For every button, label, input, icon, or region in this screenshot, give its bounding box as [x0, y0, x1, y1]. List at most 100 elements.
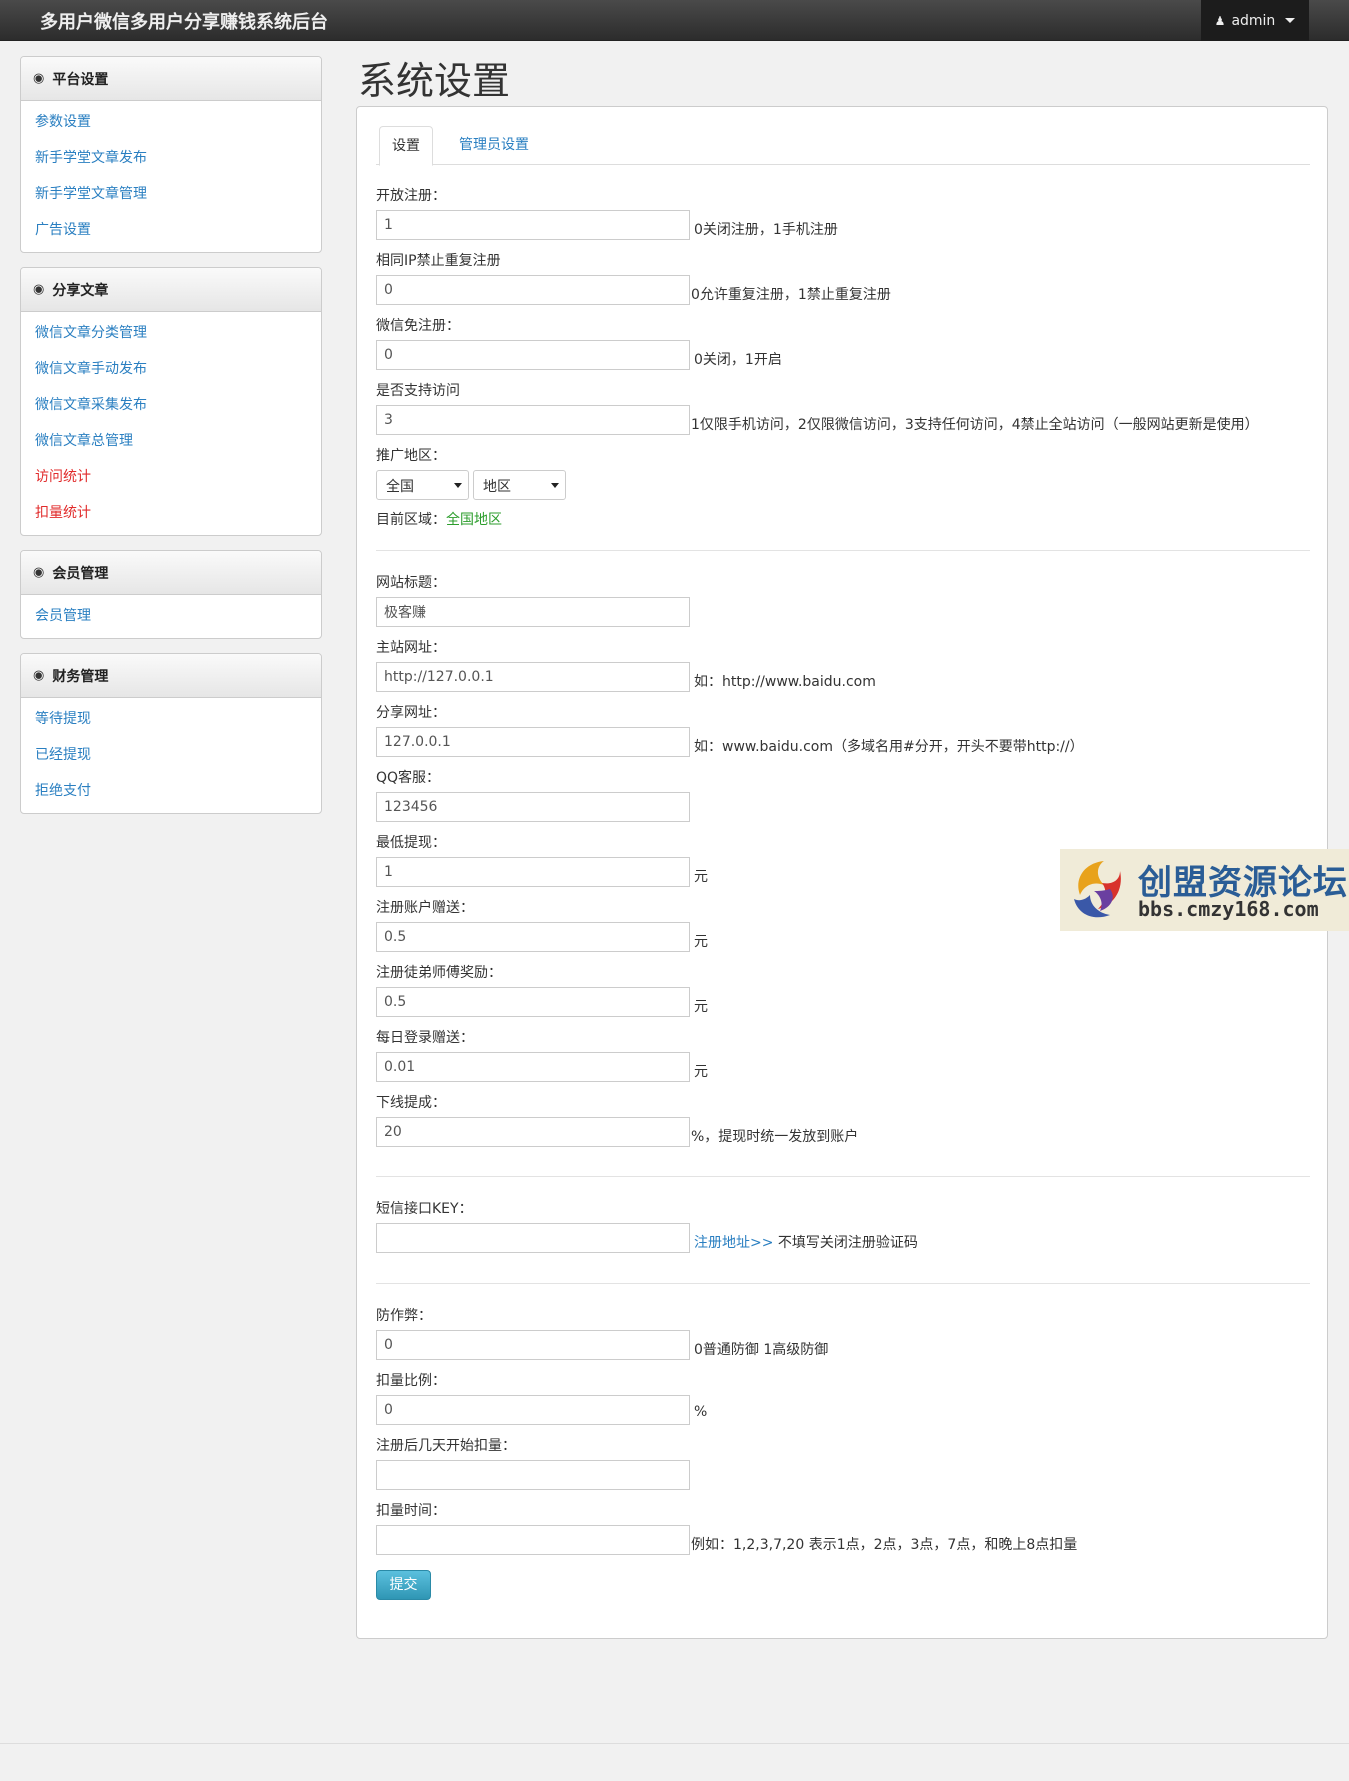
deduct-time-hint: 例如：1,2,3,7,20 表示1点，2点，3点，7点，和晚上8点扣量 — [691, 1537, 1078, 1553]
deduct-time-label: 扣量时间： — [376, 1503, 446, 1519]
sidebar-item-ads[interactable]: 广告设置 — [21, 212, 321, 248]
register-address-link[interactable]: 注册地址>> — [694, 1235, 773, 1251]
sidebar-item-done-withdraw[interactable]: 已经提现 — [21, 737, 321, 773]
reg-gift-unit: 元 — [694, 934, 708, 950]
sidebar-item-school-manage[interactable]: 新手学堂文章管理 — [21, 176, 321, 212]
sidebar-group-header: ◉ 财务管理 — [21, 654, 321, 698]
sidebar-item-deduct-stats[interactable]: 扣量统计 — [21, 495, 321, 531]
divider — [376, 550, 1310, 551]
tab-settings[interactable]: 设置 — [379, 126, 433, 166]
caret-down-icon — [1285, 18, 1296, 23]
user-name: admin — [1231, 12, 1276, 29]
watermark-url: bbs.cmzy168.com — [1138, 897, 1319, 921]
sidebar-item-school-publish[interactable]: 新手学堂文章发布 — [21, 140, 321, 176]
qq-input[interactable] — [376, 792, 690, 822]
daily-login-input[interactable] — [376, 1052, 690, 1082]
sms-key-input[interactable] — [376, 1223, 690, 1253]
deduct-ratio-input[interactable] — [376, 1395, 690, 1425]
reg-gift-input[interactable] — [376, 922, 690, 952]
downline-label: 下线提成： — [376, 1095, 446, 1111]
sidebar-item-manual-publish[interactable]: 微信文章手动发布 — [21, 351, 321, 387]
sidebar-group-header: ◉ 平台设置 — [21, 57, 321, 101]
area-select[interactable]: 地区 — [473, 470, 566, 500]
downline-hint: %，提现时统一发放到账户 — [691, 1129, 859, 1145]
access-input[interactable] — [376, 405, 690, 435]
tab-bar: 设置 管理员设置 — [376, 126, 1310, 166]
sms-key-hint: 注册地址>> 不填写关闭注册验证码 — [694, 1235, 918, 1251]
reg-gift-label: 注册账户赠送： — [376, 900, 474, 916]
same-ip-hint: 0允许重复注册，1禁止重复注册 — [691, 287, 891, 303]
dashboard-icon: ◉ — [33, 282, 45, 297]
brand-title[interactable]: 多用户微信多用户分享赚钱系统后台 — [40, 8, 328, 34]
sms-key-label: 短信接口KEY： — [376, 1201, 473, 1217]
main-url-label: 主站网址： — [376, 640, 446, 656]
sidebar-group-share: ◉ 分享文章 微信文章分类管理 微信文章手动发布 微信文章采集发布 微信文章总管… — [20, 267, 322, 536]
deduct-time-input[interactable] — [376, 1525, 690, 1555]
tab-admin-settings[interactable]: 管理员设置 — [447, 126, 541, 165]
current-region-value: 全国地区 — [446, 512, 502, 528]
select-arrow-icon — [551, 483, 559, 488]
apprentice-input[interactable] — [376, 987, 690, 1017]
sidebar-item-member-manage[interactable]: 会员管理 — [21, 598, 321, 634]
sidebar-group-members: ◉ 会员管理 会员管理 — [20, 550, 322, 639]
sidebar-item-category[interactable]: 微信文章分类管理 — [21, 315, 321, 351]
deduct-days-input[interactable] — [376, 1460, 690, 1490]
downline-input[interactable] — [376, 1117, 690, 1147]
main-url-input[interactable] — [376, 662, 690, 692]
site-title-input[interactable] — [376, 597, 690, 627]
dashboard-icon: ◉ — [33, 565, 45, 580]
min-withdraw-input[interactable] — [376, 857, 690, 887]
deduct-ratio-unit: % — [694, 1404, 708, 1420]
apprentice-unit: 元 — [694, 999, 708, 1015]
top-navbar: 多用户微信多用户分享赚钱系统后台 ♟ admin — [0, 0, 1349, 41]
deduct-days-label: 注册后几天开始扣量： — [376, 1438, 516, 1454]
min-withdraw-unit: 元 — [694, 869, 708, 885]
anti-cheat-hint: 0普通防御 1高级防御 — [694, 1342, 829, 1358]
anti-cheat-label: 防作弊： — [376, 1308, 432, 1324]
access-hint: 1仅限手机访问，2仅限微信访问，3支持任何访问，4禁止全站访问（一般网站更新是使… — [691, 417, 1259, 433]
sidebar-item-rejected[interactable]: 拒绝支付 — [21, 773, 321, 809]
page-title: 系统设置 — [358, 59, 511, 103]
watermark: 创盟资源论坛 bbs.cmzy168.com — [1060, 849, 1349, 931]
sidebar-item-visit-stats[interactable]: 访问统计 — [21, 459, 321, 495]
share-url-input[interactable] — [376, 727, 690, 757]
open-reg-label: 开放注册： — [376, 188, 446, 204]
wx-free-label: 微信免注册： — [376, 318, 460, 334]
divider — [376, 1283, 1310, 1284]
same-ip-label: 相同IP禁止重复注册 — [376, 253, 501, 269]
site-title-label: 网站标题： — [376, 575, 446, 591]
apprentice-label: 注册徒弟师傅奖励： — [376, 965, 502, 981]
sidebar-group-header: ◉ 分享文章 — [21, 268, 321, 312]
sidebar-item-params[interactable]: 参数设置 — [21, 104, 321, 140]
footer-divider — [0, 1743, 1349, 1744]
open-reg-hint: 0关闭注册，1手机注册 — [694, 222, 838, 238]
sidebar-group-platform: ◉ 平台设置 参数设置 新手学堂文章发布 新手学堂文章管理 广告设置 — [20, 56, 322, 253]
wx-free-input[interactable] — [376, 340, 690, 370]
sidebar-item-collect-publish[interactable]: 微信文章采集发布 — [21, 387, 321, 423]
anti-cheat-input[interactable] — [376, 1330, 690, 1360]
main-url-hint: 如：http://www.baidu.com — [694, 674, 876, 690]
sidebar-group-finance: ◉ 财务管理 等待提现 已经提现 拒绝支付 — [20, 653, 322, 814]
daily-login-unit: 元 — [694, 1064, 708, 1080]
sidebar-group-header: ◉ 会员管理 — [21, 551, 321, 595]
share-url-label: 分享网址： — [376, 705, 446, 721]
country-select[interactable]: 全国 — [376, 470, 469, 500]
user-menu-button[interactable]: ♟ admin — [1201, 0, 1309, 41]
share-url-hint: 如：www.baidu.com（多域名用#分开，开头不要带http://） — [694, 739, 1084, 755]
wx-free-hint: 0关闭，1开启 — [694, 352, 782, 368]
deduct-ratio-label: 扣量比例： — [376, 1373, 446, 1389]
same-ip-input[interactable] — [376, 275, 690, 305]
dashboard-icon: ◉ — [33, 668, 45, 683]
region-label: 推广地区： — [376, 448, 446, 464]
min-withdraw-label: 最低提现： — [376, 835, 446, 851]
open-reg-input[interactable] — [376, 210, 690, 240]
user-icon: ♟ — [1214, 13, 1226, 28]
submit-button[interactable]: 提交 — [376, 1570, 431, 1600]
dashboard-icon: ◉ — [33, 71, 45, 86]
daily-login-label: 每日登录赠送： — [376, 1030, 474, 1046]
sidebar-item-article-manage[interactable]: 微信文章总管理 — [21, 423, 321, 459]
qq-label: QQ客服： — [376, 770, 441, 786]
select-arrow-icon — [454, 483, 462, 488]
divider — [376, 1176, 1310, 1177]
sidebar-item-pending-withdraw[interactable]: 等待提现 — [21, 701, 321, 737]
